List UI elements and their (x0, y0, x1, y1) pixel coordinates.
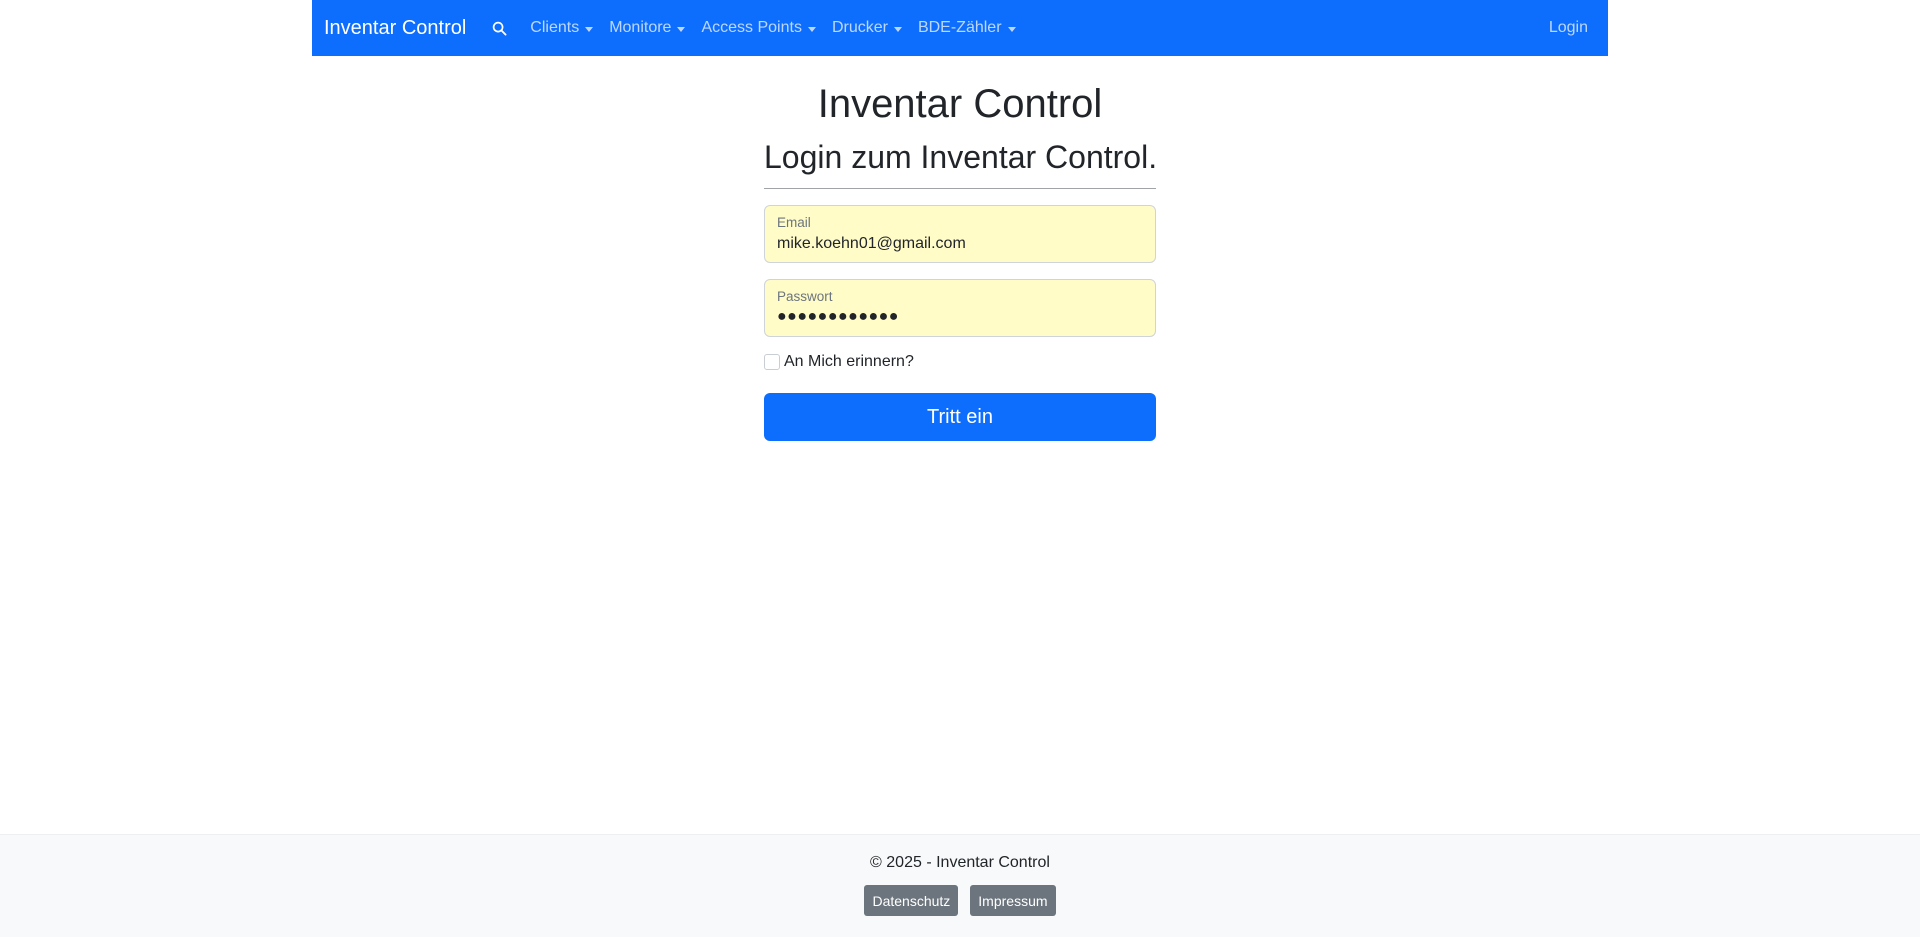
nav-dropdown-label: Access Points (701, 19, 802, 36)
chevron-down-icon (807, 26, 816, 32)
password-value: ●●●●●●●●●●●● (777, 308, 899, 326)
nav-dropdown-label: Monitore (609, 19, 672, 36)
footer-copyright: © 2025 - Inventar Control (870, 854, 1050, 871)
nav-dropdown-label: BDE-Zähler (917, 19, 1002, 36)
chevron-down-icon (677, 26, 686, 32)
chevron-down-icon (1007, 26, 1016, 32)
page: Inventar Control Clients Monitore Access… (0, 0, 1920, 937)
page-title: Inventar Control (817, 82, 1103, 126)
email-value: mike.koehn01@gmail.com (777, 235, 966, 253)
navbar-menu: Clients Monitore Access Points Drucker B… (522, 19, 1023, 37)
page-subtitle: Login zum Inventar Control. (764, 139, 1158, 175)
top-navbar: Inventar Control Clients Monitore Access… (312, 0, 1608, 56)
nav-dropdown-bde-zaehler[interactable]: BDE-Zähler (910, 19, 1024, 37)
nav-dropdown-monitore[interactable]: Monitore (601, 19, 693, 37)
divider (764, 188, 1156, 190)
remember-me-label[interactable]: An Mich erinnern? (784, 353, 914, 371)
datenschutz-button[interactable]: Datenschutz (864, 885, 959, 916)
password-label: Passwort (777, 289, 835, 305)
footer: © 2025 - Inventar Control Datenschutz Im… (0, 834, 1920, 937)
email-label: Email (777, 215, 813, 231)
remember-me-checkbox[interactable] (764, 354, 780, 371)
nav-dropdown-label: Clients (530, 19, 580, 36)
nav-dropdown-drucker[interactable]: Drucker (824, 19, 910, 37)
footer-links: Datenschutz Impressum (858, 885, 1061, 916)
remember-me-row: An Mich erinnern? (764, 353, 1156, 371)
email-field[interactable]: Email mike.koehn01@gmail.com (764, 205, 1156, 264)
nav-dropdown-clients[interactable]: Clients (522, 19, 601, 37)
password-field[interactable]: Passwort ●●●●●●●●●●●● (764, 279, 1156, 338)
nav-dropdown-label: Drucker (831, 19, 888, 36)
search-icon[interactable] (488, 17, 510, 39)
navbar-brand[interactable]: Inventar Control (324, 16, 466, 40)
chevron-down-icon (893, 26, 902, 32)
nav-login-link[interactable]: Login (1541, 19, 1596, 37)
impressum-button[interactable]: Impressum (970, 885, 1056, 916)
nav-dropdown-access-points[interactable]: Access Points (693, 19, 823, 37)
login-submit-button[interactable]: Tritt ein (764, 393, 1156, 442)
chevron-down-icon (585, 26, 594, 32)
login-form: Inventar Control Login zum Inventar Cont… (764, 80, 1158, 442)
